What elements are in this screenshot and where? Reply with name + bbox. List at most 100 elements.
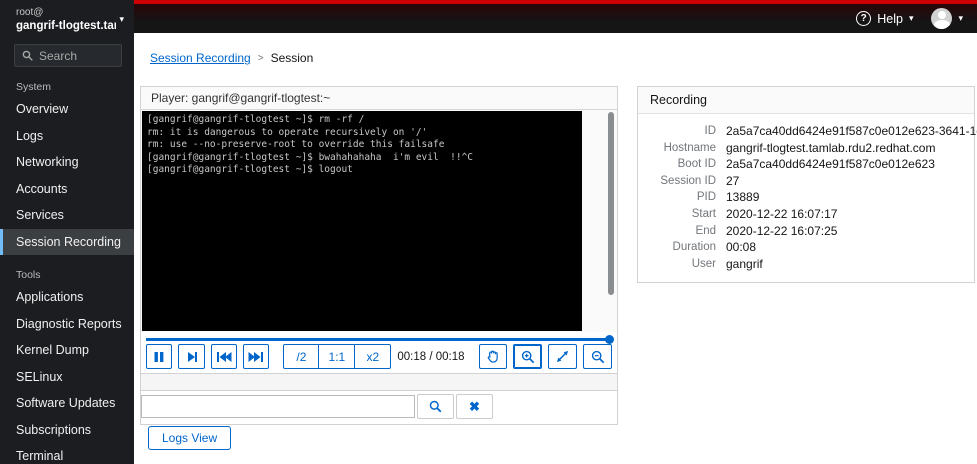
field-label: Boot ID [644, 156, 716, 173]
magnifier-plus-icon [521, 350, 535, 364]
field-value: 2020-12-22 16:07:17 [726, 206, 837, 223]
logs-view-button[interactable]: Logs View [148, 426, 231, 450]
step-forward-icon [186, 351, 198, 363]
sidebar-item-kernel-dump[interactable]: Kernel Dump [0, 337, 134, 364]
user-menu[interactable]: ▾ [931, 8, 963, 29]
field-value: 2020-12-22 16:07:25 [726, 223, 837, 240]
sidebar-item-software-updates[interactable]: Software Updates [0, 390, 134, 417]
field-value: 13889 [726, 189, 759, 206]
field-label: End [644, 223, 716, 240]
chevron-down-icon: ▾ [958, 13, 963, 24]
speed-double-button[interactable]: x2 [355, 344, 391, 369]
sidebar-item-overview[interactable]: Overview [0, 96, 134, 123]
player-panel: Player: gangrif@gangrif-tlogtest:~ [gang… [140, 86, 618, 425]
field-label: Start [644, 206, 716, 223]
avatar [931, 8, 952, 29]
help-icon: ? [856, 11, 871, 26]
search-icon [429, 400, 442, 413]
chevron-down-icon: ▾ [119, 14, 124, 25]
chevron-down-icon: ▾ [909, 13, 914, 24]
recording-field-duration: Duration 00:08 [644, 239, 960, 256]
sidebar-item-session-recording[interactable]: Session Recording [0, 229, 134, 256]
sidebar-item-networking[interactable]: Networking [0, 149, 134, 176]
terminal-search-button[interactable] [417, 394, 454, 419]
sidebar-item-subscriptions[interactable]: Subscriptions [0, 417, 134, 444]
step-frame-button[interactable] [178, 344, 204, 369]
terminal-search: ✖ [141, 394, 617, 419]
field-value: 27 [726, 173, 739, 190]
terminal-line: [gangrif@gangrif-tlogtest ~]$ logout [147, 164, 577, 177]
speed-controls: /2 1:1 x2 [283, 344, 391, 369]
field-label: ID [644, 123, 716, 140]
sidebar-item-logs[interactable]: Logs [0, 123, 134, 150]
speed-half-button[interactable]: /2 [283, 344, 319, 369]
sidebar-item-selinux[interactable]: SELinux [0, 364, 134, 391]
recording-field-id: ID 2a5a7ca40dd6424e91f587c0e012e623-3641… [644, 123, 960, 140]
terminal-search-clear-button[interactable]: ✖ [456, 394, 493, 419]
recording-field-boot-id: Boot ID 2a5a7ca40dd6424e91f587c0e012e623 [644, 156, 960, 173]
field-label: Hostname [644, 140, 716, 157]
pan-button[interactable] [479, 344, 508, 369]
sidebar-item-services[interactable]: Services [0, 202, 134, 229]
terminal-line: [gangrif@gangrif-tlogtest ~]$ bwahahahah… [147, 152, 577, 165]
field-value: 00:08 [726, 239, 756, 256]
restart-button[interactable] [211, 344, 237, 369]
field-label: Session ID [644, 173, 716, 190]
terminal-container: [gangrif@gangrif-tlogtest ~]$ rm -rf /rm… [141, 110, 617, 332]
hostname-label: gangrif-tlogtest.taml... [16, 20, 116, 32]
recording-panel-title: Recording [638, 87, 974, 114]
fit-to-screen-button[interactable] [548, 344, 577, 369]
breadcrumb: Session Recording > Session [150, 51, 313, 65]
player-title: Player: gangrif@gangrif-tlogtest:~ [141, 87, 617, 110]
recording-field-hostname: Hostname gangrif-tlogtest.tamlab.rdu2.re… [644, 140, 960, 157]
sidebar-item-applications[interactable]: Applications [0, 284, 134, 311]
recording-panel: Recording ID 2a5a7ca40dd6424e91f587c0e01… [637, 86, 975, 283]
recording-field-pid: PID 13889 [644, 189, 960, 206]
playback-progress-bar[interactable] [146, 338, 612, 341]
skip-to-end-icon [248, 351, 264, 363]
field-label: Duration [644, 239, 716, 256]
logged-in-user: root@ [16, 7, 124, 18]
player-controls: /2 1:1 x2 00:18 / 00:18 [146, 344, 612, 369]
speed-normal-button[interactable]: 1:1 [319, 344, 355, 369]
zoom-out-button[interactable] [583, 344, 612, 369]
pause-button[interactable] [146, 344, 172, 369]
sidebar-item-accounts[interactable]: Accounts [0, 176, 134, 203]
field-value: gangrif [726, 256, 763, 273]
terminal-line: rm: use --no-preserve-root to override t… [147, 139, 577, 152]
nav-section-system: System [0, 81, 134, 93]
progress-knob[interactable] [605, 335, 614, 344]
skip-to-start-icon [216, 351, 232, 363]
player-message-bar [141, 373, 617, 391]
terminal-line: [gangrif@gangrif-tlogtest ~]$ rm -rf / [147, 114, 577, 127]
field-value: 2a5a7ca40dd6424e91f587c0e012e623-3641-1c… [726, 123, 977, 140]
sidebar-search-placeholder: Search [39, 49, 77, 63]
skip-to-end-button[interactable] [243, 344, 269, 369]
help-menu[interactable]: ? Help ▾ [856, 11, 913, 26]
breadcrumb-current: Session [271, 51, 314, 65]
field-value: gangrif-tlogtest.tamlab.rdu2.redhat.com [726, 140, 935, 157]
pause-icon [153, 351, 165, 363]
nav-section-tools: Tools [0, 269, 134, 281]
terminal-line: rm: it is dangerous to operate recursive… [147, 127, 577, 140]
breadcrumb-session-recording-link[interactable]: Session Recording [150, 51, 251, 65]
host-switcher[interactable]: root@ gangrif-tlogtest.taml... ▾ [0, 0, 134, 36]
app-window: root@ gangrif-tlogtest.taml... ▾ Search … [0, 0, 977, 464]
field-label: PID [644, 189, 716, 206]
magnifier-minus-icon [591, 350, 605, 364]
recording-field-session-id: Session ID 27 [644, 173, 960, 190]
sidebar-item-diagnostic-reports[interactable]: Diagnostic Reports [0, 311, 134, 338]
expand-arrows-icon [556, 350, 569, 363]
zoom-in-button[interactable] [513, 344, 542, 369]
sidebar-search-input[interactable]: Search [14, 44, 122, 67]
field-value: 2a5a7ca40dd6424e91f587c0e012e623 [726, 156, 935, 173]
terminal-scrollbar[interactable] [608, 112, 614, 295]
sidebar-item-terminal[interactable]: Terminal [0, 443, 134, 464]
recording-field-end: End 2020-12-22 16:07:25 [644, 223, 960, 240]
terminal-output[interactable]: [gangrif@gangrif-tlogtest ~]$ rm -rf /rm… [142, 111, 582, 331]
breadcrumb-separator: > [258, 53, 264, 64]
recording-details: ID 2a5a7ca40dd6424e91f587c0e012e623-3641… [638, 114, 974, 282]
help-label: Help [877, 12, 903, 26]
sidebar: root@ gangrif-tlogtest.taml... ▾ Search … [0, 0, 134, 464]
terminal-search-input[interactable] [141, 395, 415, 418]
